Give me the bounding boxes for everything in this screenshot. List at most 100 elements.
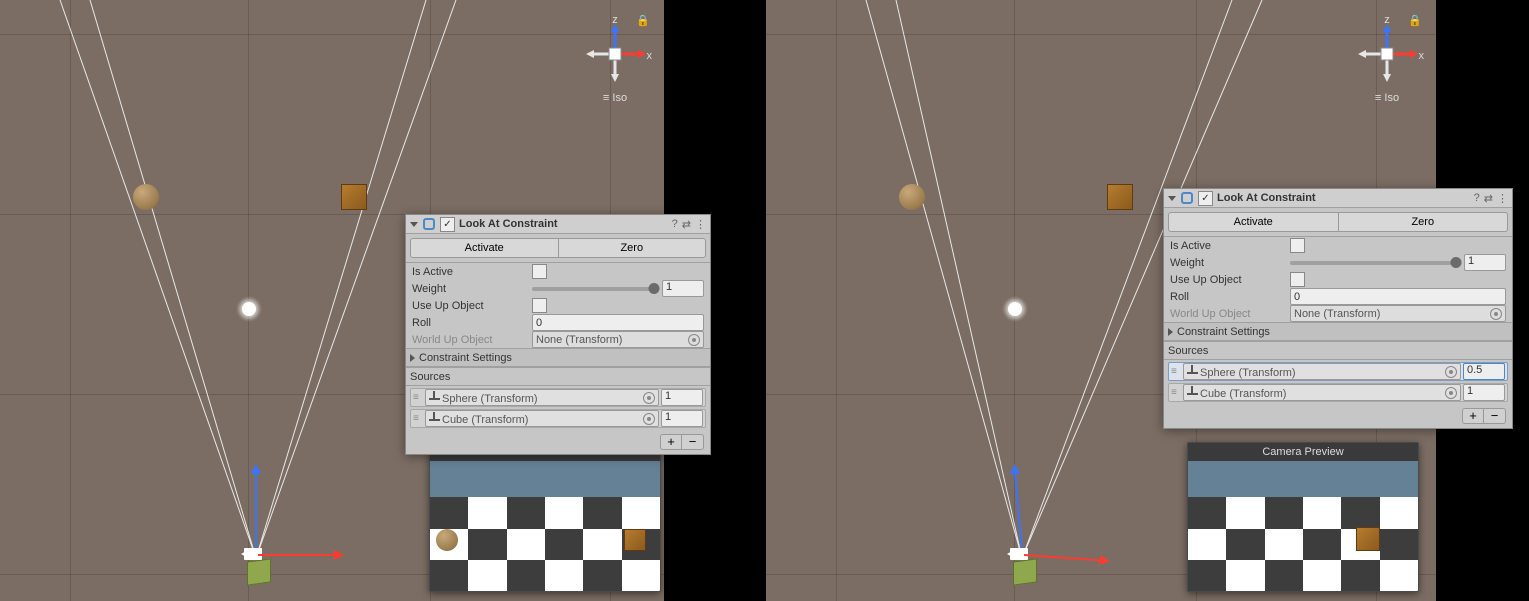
cube-object[interactable] xyxy=(341,184,367,210)
source-weight-field[interactable]: 1 xyxy=(661,410,703,427)
transform-icon xyxy=(1187,386,1198,397)
drag-handle-icon[interactable]: ≡ xyxy=(1171,387,1181,398)
help-icon[interactable]: ? xyxy=(1474,192,1480,204)
preview-cube xyxy=(1356,527,1380,551)
weight-value[interactable]: 1 xyxy=(1464,254,1506,271)
weight-label: Weight xyxy=(412,283,532,295)
zero-button[interactable]: Zero xyxy=(559,238,707,258)
scene-view-right[interactable]: 🔒 z x ≡ Iso Look At Constraint ? ⇄ ⋮ A xyxy=(766,0,1436,601)
camera-preview: Camera Preview xyxy=(429,442,661,592)
object-picker-icon[interactable] xyxy=(643,413,655,425)
enable-checkbox[interactable] xyxy=(440,217,455,232)
roll-label: Roll xyxy=(412,317,532,329)
use-up-label: Use Up Object xyxy=(1170,274,1290,286)
help-icon[interactable]: ? xyxy=(672,218,678,230)
drag-handle-icon[interactable]: ≡ xyxy=(413,392,423,403)
object-picker-icon[interactable] xyxy=(1490,308,1502,320)
weight-label: Weight xyxy=(1170,257,1290,269)
remove-source-button[interactable]: − xyxy=(682,434,704,450)
sphere-object[interactable] xyxy=(133,184,159,210)
preview-sphere xyxy=(436,529,458,551)
is-active-checkbox[interactable] xyxy=(532,264,547,279)
source-item[interactable]: ≡ Sphere (Transform) 1 xyxy=(410,388,706,407)
remove-source-button[interactable]: − xyxy=(1484,408,1506,424)
is-active-label: Is Active xyxy=(1170,240,1290,252)
preset-icon[interactable]: ⇄ xyxy=(1484,192,1493,205)
source-object-field[interactable]: Cube (Transform) xyxy=(425,410,659,427)
is-active-checkbox[interactable] xyxy=(1290,238,1305,253)
menu-icon[interactable]: ⋮ xyxy=(695,218,706,231)
roll-label: Roll xyxy=(1170,291,1290,303)
component-header[interactable]: Look At Constraint ? ⇄ ⋮ xyxy=(1164,189,1512,208)
light-gizmo[interactable] xyxy=(242,302,256,316)
sources-header: Sources xyxy=(1164,341,1512,360)
use-up-checkbox[interactable] xyxy=(532,298,547,313)
object-picker-icon[interactable] xyxy=(1445,387,1457,399)
source-weight-field[interactable]: 1 xyxy=(1463,384,1505,401)
look-at-constraint-panel: Look At Constraint ? ⇄ ⋮ Activate Zero I… xyxy=(405,214,711,455)
preset-icon[interactable]: ⇄ xyxy=(682,218,691,231)
source-item[interactable]: ≡ Cube (Transform) 1 xyxy=(410,409,706,428)
zero-button[interactable]: Zero xyxy=(1339,212,1509,232)
source-weight-field[interactable]: 0.5 xyxy=(1463,363,1505,380)
object-picker-icon[interactable] xyxy=(643,392,655,404)
foldout-icon[interactable] xyxy=(410,222,418,227)
component-icon xyxy=(422,217,436,231)
cube-object[interactable] xyxy=(1107,184,1133,210)
is-active-label: Is Active xyxy=(412,266,532,278)
add-source-button[interactable]: + xyxy=(1462,408,1484,424)
activate-button[interactable]: Activate xyxy=(410,238,559,258)
world-up-field[interactable]: None (Transform) xyxy=(532,331,704,348)
object-picker-icon[interactable] xyxy=(688,334,700,346)
roll-field[interactable]: 0 xyxy=(532,314,704,331)
transform-icon xyxy=(429,412,440,423)
constraint-settings-foldout[interactable]: Constraint Settings xyxy=(406,348,710,367)
projection-label[interactable]: ≡ Iso xyxy=(580,92,650,104)
camera-preview: Camera Preview xyxy=(1187,442,1419,592)
activate-button[interactable]: Activate xyxy=(1168,212,1339,232)
foldout-icon[interactable] xyxy=(1168,196,1176,201)
transform-icon xyxy=(429,391,440,402)
object-picker-icon[interactable] xyxy=(1445,366,1457,378)
component-title: Look At Constraint xyxy=(459,218,668,230)
look-at-constraint-panel: Look At Constraint ? ⇄ ⋮ Activate Zero I… xyxy=(1163,188,1513,429)
source-object-field[interactable]: Sphere (Transform) xyxy=(425,389,659,406)
roll-field[interactable]: 0 xyxy=(1290,288,1506,305)
selected-object[interactable] xyxy=(247,558,271,585)
sources-list: ≡ Sphere (Transform) 0.5 ≡ Cube (Transfo… xyxy=(1164,360,1512,406)
weight-slider[interactable] xyxy=(532,287,654,291)
foldout-icon xyxy=(1168,328,1173,336)
use-up-checkbox[interactable] xyxy=(1290,272,1305,287)
world-up-label: World Up Object xyxy=(1170,308,1290,320)
preview-title: Camera Preview xyxy=(1188,443,1418,461)
world-up-label: World Up Object xyxy=(412,334,532,346)
component-title: Look At Constraint xyxy=(1217,192,1470,204)
source-object-field[interactable]: Cube (Transform) xyxy=(1183,384,1461,401)
selected-object[interactable] xyxy=(1013,558,1037,585)
orientation-gizmo[interactable]: 🔒 z x ≡ Iso xyxy=(580,14,650,104)
component-icon xyxy=(1180,191,1194,205)
source-object-field[interactable]: Sphere (Transform) xyxy=(1183,363,1461,380)
weight-slider[interactable] xyxy=(1290,261,1456,265)
scene-view-left[interactable]: 🔒 z x ≡ Iso Look At Constraint ? ⇄ ⋮ A xyxy=(0,0,664,601)
source-item[interactable]: ≡ Sphere (Transform) 0.5 xyxy=(1168,362,1508,381)
drag-handle-icon[interactable]: ≡ xyxy=(413,413,423,424)
source-weight-field[interactable]: 1 xyxy=(661,389,703,406)
world-up-field[interactable]: None (Transform) xyxy=(1290,305,1506,322)
drag-handle-icon[interactable]: ≡ xyxy=(1171,366,1181,377)
source-item[interactable]: ≡ Cube (Transform) 1 xyxy=(1168,383,1508,402)
foldout-icon xyxy=(410,354,415,362)
preview-cube xyxy=(624,529,646,551)
projection-label[interactable]: ≡ Iso xyxy=(1352,92,1422,104)
light-gizmo[interactable] xyxy=(1008,302,1022,316)
constraint-settings-foldout[interactable]: Constraint Settings xyxy=(1164,322,1512,341)
sources-list: ≡ Sphere (Transform) 1 ≡ Cube (Transform… xyxy=(406,386,710,432)
enable-checkbox[interactable] xyxy=(1198,191,1213,206)
use-up-label: Use Up Object xyxy=(412,300,532,312)
add-source-button[interactable]: + xyxy=(660,434,682,450)
menu-icon[interactable]: ⋮ xyxy=(1497,192,1508,205)
orientation-gizmo[interactable]: 🔒 z x ≡ Iso xyxy=(1352,14,1422,104)
component-header[interactable]: Look At Constraint ? ⇄ ⋮ xyxy=(406,215,710,234)
sphere-object[interactable] xyxy=(899,184,925,210)
weight-value[interactable]: 1 xyxy=(662,280,704,297)
